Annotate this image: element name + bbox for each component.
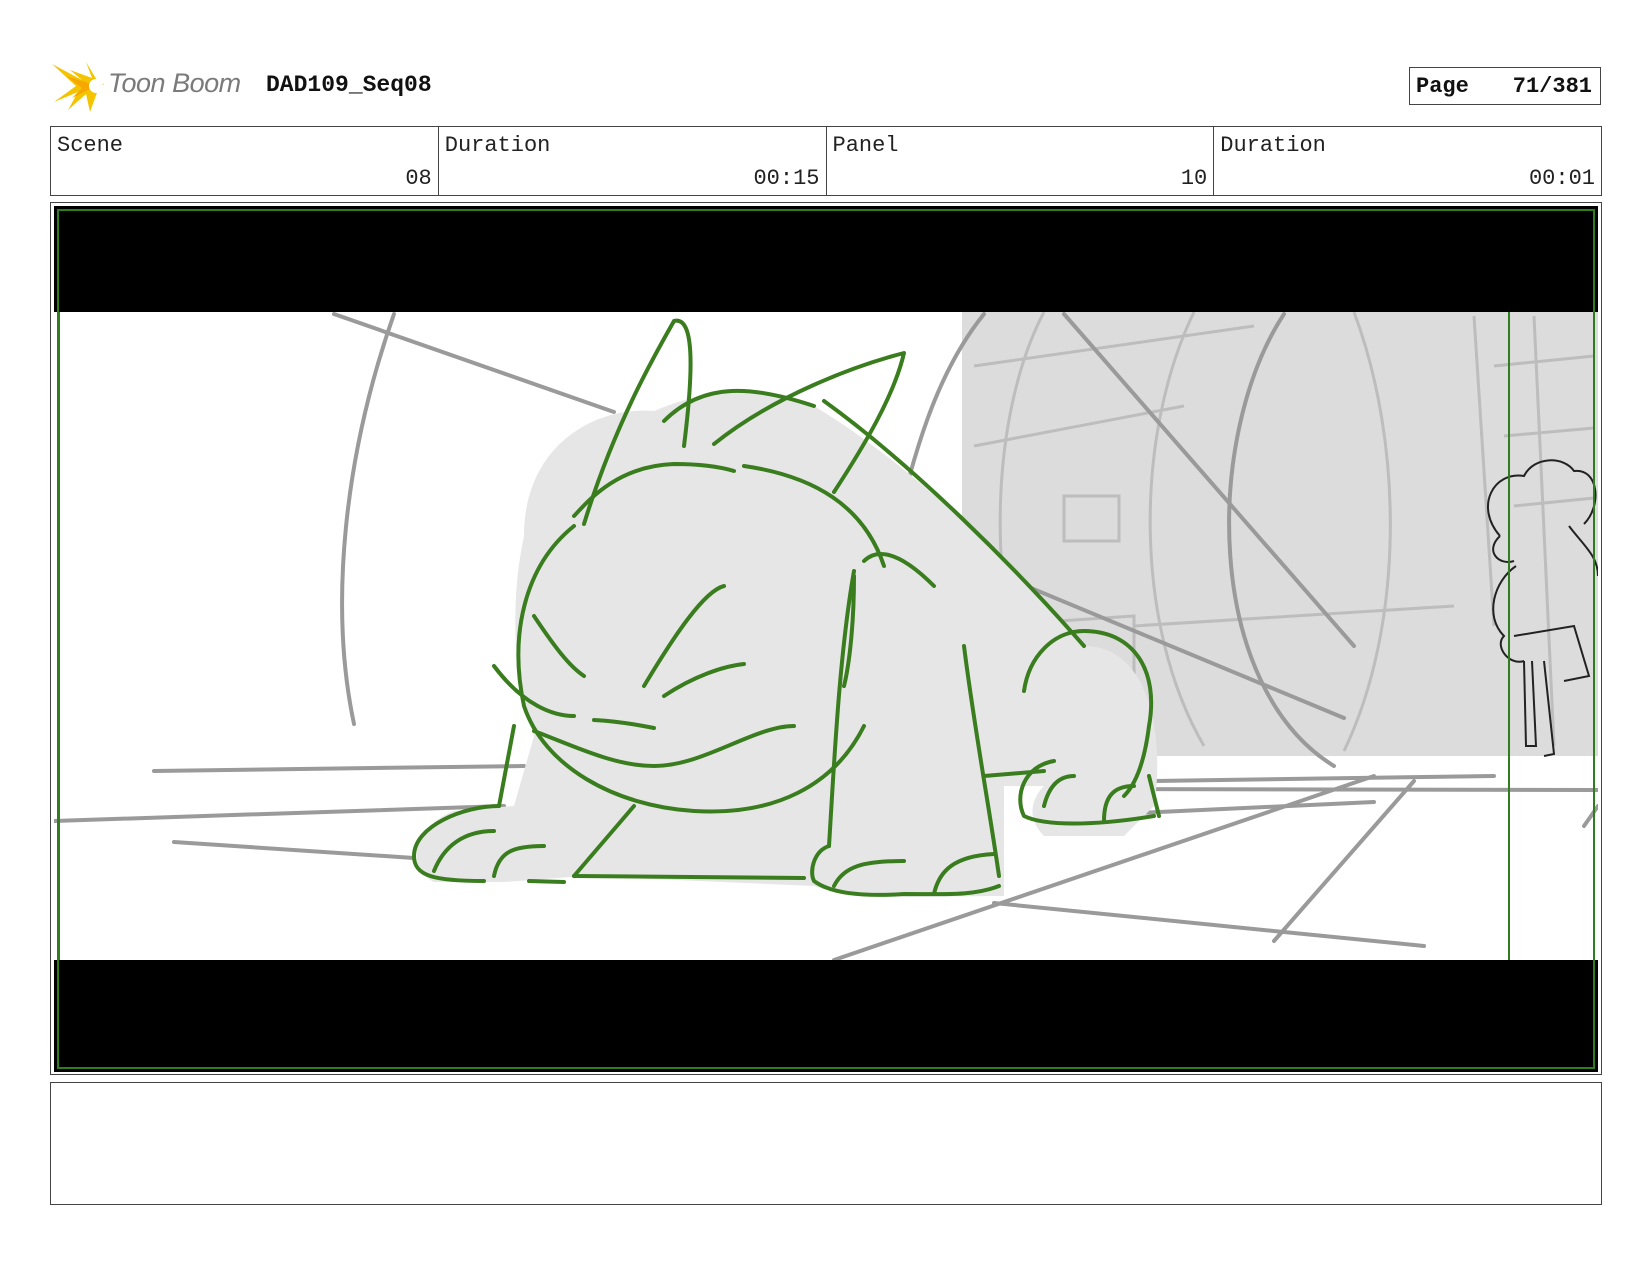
page-number: 71/381 [1512, 73, 1592, 99]
panel-info-row: Scene 08 Duration 00:15 Panel 10 Duratio… [50, 126, 1602, 196]
project-title: DAD109_Seq08 [266, 72, 432, 98]
panel-notes-box [50, 1082, 1602, 1205]
scene-value: 08 [405, 166, 432, 191]
starburst-icon [52, 62, 104, 112]
scene-label: Scene [57, 133, 124, 158]
storyboard-drawing [54, 206, 1598, 1072]
page-label: Page [1416, 73, 1469, 99]
logo-text: Toon Boom [108, 68, 241, 98]
panel-duration-cell: Duration 00:01 [1214, 127, 1601, 195]
panel-duration-label: Duration [1220, 133, 1326, 158]
panel-value: 10 [1180, 166, 1208, 191]
panel-duration-value: 00:01 [1528, 166, 1595, 191]
scene-duration-value: 00:15 [753, 166, 820, 191]
panel-cell: Panel 10 [827, 127, 1215, 195]
toon-boom-logo: Toon Boom [52, 58, 262, 116]
panel-label: Panel [832, 133, 899, 158]
letterbox-top [54, 206, 1598, 312]
panel-image [54, 206, 1598, 1072]
letterbox-bottom [54, 960, 1598, 1072]
scene-cell: Scene 08 [51, 127, 439, 195]
page-indicator: Page 71/381 [1409, 67, 1601, 105]
scene-duration-label: Duration [444, 133, 551, 158]
scene-duration-cell: Duration 00:15 [439, 127, 827, 195]
